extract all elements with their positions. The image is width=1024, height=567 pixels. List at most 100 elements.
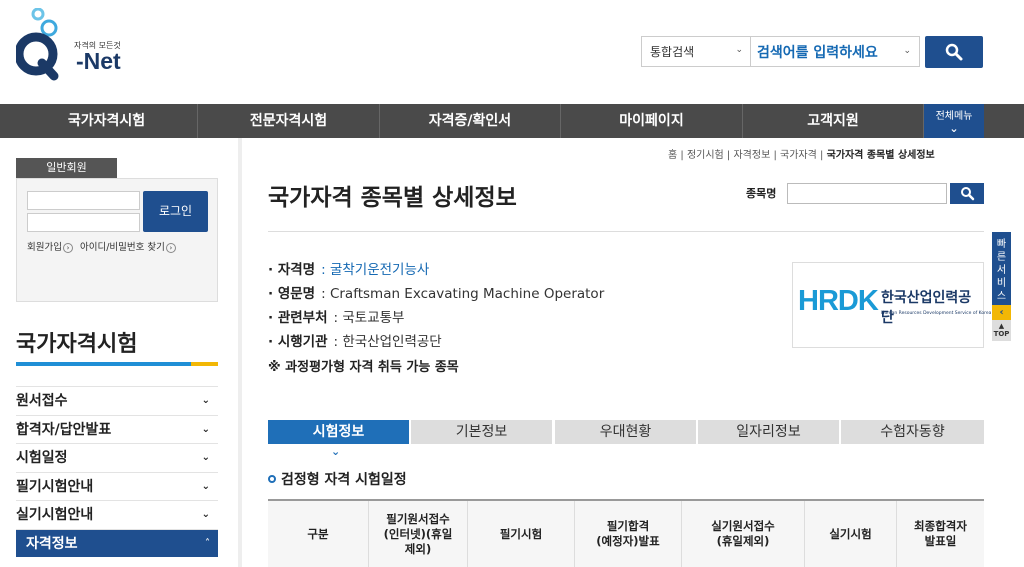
table-header: 필기시험 <box>468 501 575 567</box>
chevron-up-icon: ˄ <box>205 537 210 549</box>
breadcrumb-home[interactable]: 홈 <box>668 150 677 161</box>
tab-exam-info[interactable]: 시험정보 <box>268 420 409 444</box>
gnb-item-professional[interactable]: 전문자격시험 <box>198 104 380 138</box>
item-search-button[interactable] <box>950 183 984 204</box>
bullet-icon <box>268 475 276 483</box>
item-search-label: 종목명 <box>746 187 777 200</box>
caret-up-icon: ▲ <box>998 322 1005 330</box>
info-row-name: · 자격명: 굴착기운전기능사 <box>268 262 430 278</box>
chevron-down-icon: ⌄ <box>201 452 210 463</box>
gnb-item-mypage[interactable]: 마이페이지 <box>561 104 743 138</box>
chevron-down-icon: ⌄ <box>201 480 210 492</box>
all-menu-label: 전체메뉴 <box>935 111 973 122</box>
info-value: : 한국산업인력공단 <box>333 334 442 350</box>
sidebar-menu: 원서접수 ⌄ 합격자/답안발표 ⌄ 시험일정 ⌄ 필기시험안내 ⌄ 실기시험안내 ⌄ 자격… <box>16 386 218 557</box>
search-scope-select[interactable]: 통합검색 ⌄ <box>641 36 751 67</box>
info-row-dept: · 관련부처: 국토교통부 <box>268 310 405 326</box>
hrdk-logo: HRDK 한국산업인력공단 Human Resources Developmen… <box>792 262 991 348</box>
tab-jobs[interactable]: 일자리정보 <box>698 420 839 444</box>
sidebar-item-practical[interactable]: 실기시험안내 ⌄ <box>16 500 218 529</box>
info-label: 영문명 <box>277 286 316 302</box>
chevron-down-icon: ⌄ <box>903 46 911 56</box>
hrdk-eng: Human Resources Development Service of K… <box>881 311 992 316</box>
tab-trends[interactable]: 수험자동향 <box>841 420 984 444</box>
find-account-link[interactable]: 아이디/비밀번호 찾기 <box>80 242 165 253</box>
info-value: : Craftsman Excavating Machine Operator <box>321 286 605 302</box>
arrow-right-icon: › <box>62 242 73 253</box>
sidebar: 일반회원 로그인 회원가입 › 아이디/비밀번호 찾기 › 국가자격시험 원서접수 ⌄… <box>0 138 238 567</box>
info-label: 시행기관 <box>277 334 328 350</box>
global-nav: 국가자격시험 전문자격시험 자격증/확인서 마이페이지 고객지원 전체메뉴 ⌄ <box>0 104 1024 138</box>
qualification-info: · 자격명: 굴착기운전기능사 · 영문명: Craftsman Excavat… <box>268 258 604 375</box>
login-box: 로그인 회원가입 › 아이디/비밀번호 찾기 › <box>16 178 218 302</box>
tab-basic-info[interactable]: 기본정보 <box>411 420 552 444</box>
gnb-item-support[interactable]: 고객지원 <box>743 104 924 138</box>
top-label: TOP <box>993 330 1010 338</box>
join-link[interactable]: 회원가입 <box>27 242 62 253</box>
info-tabs: 시험정보 기본정보 우대현황 일자리정보 수험자동향 <box>268 420 984 444</box>
gnb-item-national[interactable]: 국가자격시험 <box>16 104 198 138</box>
chevron-left-icon[interactable]: ‹ <box>992 305 1011 321</box>
login-links: 회원가입 › 아이디/비밀번호 찾기 › <box>27 239 180 253</box>
sidebar-item-application[interactable]: 원서접수 ⌄ <box>16 386 218 415</box>
search-placeholder: 검색어를 입력하세요 <box>757 45 878 61</box>
member-tab[interactable]: 일반회원 <box>16 158 117 178</box>
sidebar-item-qualification-info[interactable]: 자격정보 ˄ <box>16 528 218 557</box>
breadcrumb-item[interactable]: 자격정보 <box>733 150 770 161</box>
quick-service-label: 빠른서비스 <box>996 239 1007 302</box>
sidebar-item-label: 원서접수 <box>16 393 68 409</box>
search-input[interactable]: 검색어를 입력하세요 ⌄ <box>751 36 920 67</box>
breadcrumb-item[interactable]: 국가자격 <box>780 150 817 161</box>
tab-preferential[interactable]: 우대현황 <box>555 420 696 444</box>
id-field[interactable] <box>27 191 140 210</box>
table-header: 필기합격 (예정자)발표 <box>575 501 682 567</box>
table-header: 실기원서접수 (휴일제외) <box>682 501 805 567</box>
breadcrumb: 홈 | 정기시험 | 자격정보 | 국가자격 | 국가자격 종목별 상세정보 <box>668 150 935 161</box>
chevron-down-icon: ⌄ <box>201 423 210 435</box>
header: 자격의 모든것 -Net 통합검색 ⌄ 검색어를 입력하세요 ⌄ <box>0 0 1024 104</box>
chevron-down-icon: ⌄ <box>949 122 959 135</box>
chevron-down-icon: ⌄ <box>735 45 743 55</box>
search-button[interactable] <box>925 36 983 68</box>
sidebar-item-label: 합격자/답안발표 <box>16 421 112 438</box>
sidebar-item-schedule[interactable]: 시험일정 ⌄ <box>16 443 218 472</box>
info-row-org: · 시행기관: 한국산업인력공단 <box>268 334 442 350</box>
search-icon <box>945 43 963 61</box>
title-underline <box>16 362 191 366</box>
table-header: 구분 <box>268 501 369 567</box>
gnb-item-certificate[interactable]: 자격증/확인서 <box>380 104 561 138</box>
hrdk-mark: HRDK <box>798 285 879 317</box>
all-menu-button[interactable]: 전체메뉴 ⌄ <box>924 104 984 138</box>
table-header: 최종합격자 발표일 <box>914 519 967 548</box>
sidebar-item-results[interactable]: 합격자/답안발표 ⌄ <box>16 414 218 444</box>
section-title-text: 검정형 자격 시험일정 <box>281 472 407 488</box>
info-row-eng: · 영문명: Craftsman Excavating Machine Oper… <box>268 286 605 302</box>
sidebar-title: 국가자격시험 <box>16 332 138 357</box>
sidebar-item-label: 실기시험안내 <box>16 507 94 523</box>
title-underline-accent <box>191 362 218 366</box>
sidebar-item-label: 시험일정 <box>16 450 68 466</box>
breadcrumb-current: 국가자격 종목별 상세정보 <box>826 150 935 161</box>
qualification-name-link[interactable]: : 굴착기운전기능사 <box>321 262 429 278</box>
info-value: : 국토교통부 <box>333 310 405 326</box>
logo-name: -Net <box>76 48 121 74</box>
qnet-logo[interactable]: 자격의 모든것 -Net <box>14 7 126 83</box>
sidebar-divider <box>238 138 242 567</box>
password-field[interactable] <box>27 213 140 232</box>
info-label: 관련부처 <box>277 310 328 326</box>
page-title: 국가자격 종목별 상세정보 <box>268 185 517 211</box>
login-button[interactable]: 로그인 <box>143 191 208 232</box>
breadcrumb-item[interactable]: 정기시험 <box>687 150 724 161</box>
table-header: 필기원서접수 (인터넷)(휴일 제외) <box>369 501 468 567</box>
sidebar-item-label: 필기시험안내 <box>16 478 94 495</box>
sidebar-item-label: 자격정보 <box>26 535 78 552</box>
info-label: 자격명 <box>277 262 316 278</box>
sidebar-item-written[interactable]: 필기시험안내 ⌄ <box>16 471 218 501</box>
table-header: 실기시험 <box>805 501 897 567</box>
item-search-input[interactable] <box>787 183 947 204</box>
title-divider <box>268 231 984 232</box>
hrdk-name: 한국산업인력공단 <box>881 290 972 326</box>
chevron-down-icon: ⌄ <box>201 509 210 520</box>
search-icon <box>961 187 975 201</box>
top-button[interactable]: ▲ TOP <box>992 320 1011 341</box>
